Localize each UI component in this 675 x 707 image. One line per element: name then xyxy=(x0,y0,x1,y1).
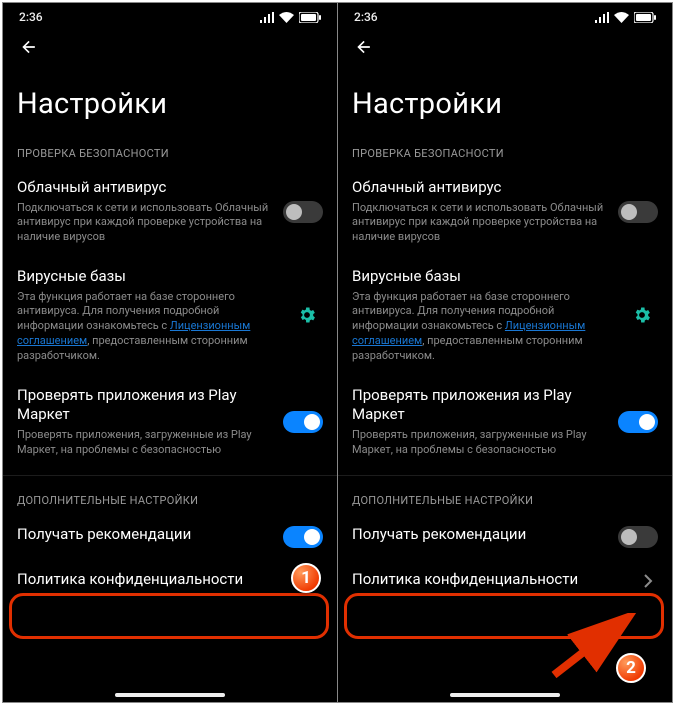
status-time: 2:36 xyxy=(354,10,378,24)
annotation-arrow-icon xyxy=(548,613,648,683)
setting-virus-db[interactable]: Вирусные базы Эта функция работает на ба… xyxy=(338,257,672,376)
status-bar: 2:36 xyxy=(3,3,337,31)
status-icons xyxy=(260,12,321,23)
chevron-right-icon xyxy=(638,571,658,591)
setting-cloud-antivirus[interactable]: Облачный антивирус Подключаться к сети и… xyxy=(338,168,672,257)
home-indicator[interactable] xyxy=(338,693,672,697)
screenshot-pair: 2:36 Настройки ПРОВЕРКА БЕЗОПАСНОСТИ Обл… xyxy=(2,2,673,703)
setting-privacy[interactable]: Политика конфиденциальности xyxy=(3,560,337,605)
setting-play-check[interactable]: Проверять приложения из Play Маркет Пров… xyxy=(3,376,337,470)
setting-privacy[interactable]: Политика конфиденциальности xyxy=(338,560,672,605)
setting-title: Проверять приложения из Play Маркет xyxy=(17,386,273,425)
header xyxy=(3,31,337,71)
setting-recommendations[interactable]: Получать рекомендации xyxy=(3,515,337,560)
toggle-cloud-antivirus[interactable] xyxy=(618,201,658,223)
phone-right: 2:36 Настройки ПРОВЕРКА БЕЗОПАСНОСТИ Обл… xyxy=(338,3,672,702)
setting-title: Облачный антивирус xyxy=(352,178,608,198)
section-addl-label: ДОПОЛНИТЕЛЬНЫЕ НАСТРОЙКИ xyxy=(3,482,337,515)
setting-recommendations[interactable]: Получать рекомендации xyxy=(338,515,672,560)
signal-icon xyxy=(260,12,274,23)
setting-title: Получать рекомендации xyxy=(17,525,273,545)
section-security-label: ПРОВЕРКА БЕЗОПАСНОСТИ xyxy=(338,135,672,168)
status-bar: 2:36 xyxy=(338,3,672,31)
divider xyxy=(338,475,672,476)
annotation-badge-2: 2 xyxy=(616,653,646,683)
setting-title: Получать рекомендации xyxy=(352,525,608,545)
toggle-play-check[interactable] xyxy=(283,411,323,433)
status-icons xyxy=(595,12,656,23)
signal-icon xyxy=(595,12,609,23)
page-title: Настройки xyxy=(3,71,337,135)
gear-icon[interactable] xyxy=(626,299,658,331)
toggle-cloud-antivirus[interactable] xyxy=(283,201,323,223)
setting-desc: Проверять приложения, загруженные из Pla… xyxy=(352,428,608,458)
toggle-play-check[interactable] xyxy=(618,411,658,433)
status-time: 2:36 xyxy=(19,10,43,24)
phone-left: 2:36 Настройки ПРОВЕРКА БЕЗОПАСНОСТИ Обл… xyxy=(3,3,337,702)
setting-cloud-antivirus[interactable]: Облачный антивирус Подключаться к сети и… xyxy=(3,168,337,257)
setting-desc: Подключаться к сети и использовать Облач… xyxy=(17,201,273,246)
setting-desc: Проверять приложения, загруженные из Pla… xyxy=(17,428,273,458)
setting-title: Политика конфиденциальности xyxy=(352,570,628,590)
wifi-icon xyxy=(614,12,629,23)
setting-desc: Эта функция работает на базе стороннего … xyxy=(352,290,616,364)
setting-desc: Подключаться к сети и использовать Облач… xyxy=(352,201,608,246)
back-button[interactable] xyxy=(352,35,376,59)
gear-icon[interactable] xyxy=(291,299,323,331)
setting-title: Облачный антивирус xyxy=(17,178,273,198)
page-title: Настройки xyxy=(338,71,672,135)
setting-title: Проверять приложения из Play Маркет xyxy=(352,386,608,425)
section-security-label: ПРОВЕРКА БЕЗОПАСНОСТИ xyxy=(3,135,337,168)
battery-icon xyxy=(299,12,321,23)
home-indicator[interactable] xyxy=(3,693,337,697)
wifi-icon xyxy=(279,12,294,23)
setting-title: Вирусные базы xyxy=(17,267,281,287)
toggle-recommendations[interactable] xyxy=(283,526,323,548)
chevron-right-icon xyxy=(303,571,323,591)
setting-desc: Эта функция работает на базе стороннего … xyxy=(17,290,281,364)
section-addl-label: ДОПОЛНИТЕЛЬНЫЕ НАСТРОЙКИ xyxy=(338,482,672,515)
divider xyxy=(3,475,337,476)
header xyxy=(338,31,672,71)
toggle-recommendations[interactable] xyxy=(618,526,658,548)
back-button[interactable] xyxy=(17,35,41,59)
setting-title: Вирусные базы xyxy=(352,267,616,287)
setting-play-check[interactable]: Проверять приложения из Play Маркет Пров… xyxy=(338,376,672,470)
setting-virus-db[interactable]: Вирусные базы Эта функция работает на ба… xyxy=(3,257,337,376)
battery-icon xyxy=(634,12,656,23)
setting-title: Политика конфиденциальности xyxy=(17,570,293,590)
